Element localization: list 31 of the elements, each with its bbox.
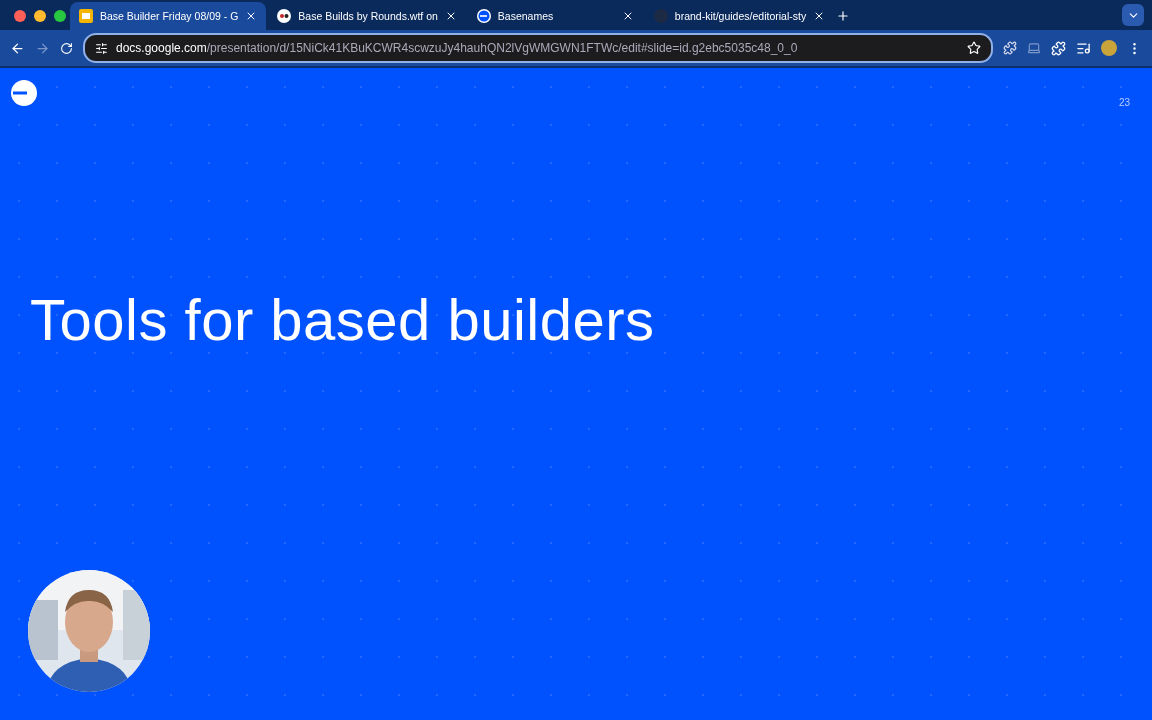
browser-tab[interactable]: Base Builder Friday 08/09 - G bbox=[70, 2, 267, 30]
circle-icon bbox=[476, 9, 491, 23]
tab-search-button[interactable] bbox=[1122, 4, 1144, 26]
avatar-icon[interactable] bbox=[1101, 40, 1117, 56]
tab-title: brand-kit/guides/editorial-sty bbox=[674, 10, 807, 22]
browser-tab[interactable]: Basenames bbox=[467, 2, 643, 30]
extensions-icon[interactable] bbox=[1051, 40, 1066, 56]
site-settings-icon bbox=[95, 41, 108, 55]
browser-tab[interactable]: brand-kit/guides/editorial-sty bbox=[644, 2, 835, 30]
url-text: docs.google.com/presentation/d/15NiCk41KBuKCWR4scwzuJy4hauhQN2lVgWMGWN1FTWc/edit#slide=id.g2ebc5035c48_0_0 bbox=[116, 41, 799, 55]
close-window-icon[interactable] bbox=[14, 10, 26, 22]
back-icon[interactable] bbox=[10, 40, 25, 56]
address-bar[interactable]: docs.google.com/presentation/d/15NiCk41KBuKCWR4scwzuJy4hauhQN2lVgWMGWN1FTWc/edit#slide=id.g2ebc5035c48_0_0 bbox=[83, 33, 993, 63]
minimize-window-icon[interactable] bbox=[34, 10, 46, 22]
browser-tab[interactable]: Base Builds by Rounds.wtf on bbox=[268, 2, 466, 30]
new-tab-icon[interactable] bbox=[836, 9, 851, 23]
slide-title: Tools for based builders bbox=[30, 285, 656, 354]
star-icon[interactable] bbox=[967, 41, 981, 55]
logo-icon bbox=[11, 80, 37, 106]
reload-icon[interactable] bbox=[60, 41, 73, 55]
eyes-icon bbox=[277, 9, 292, 23]
slide-number: 23 bbox=[1118, 97, 1130, 108]
tab-title: Base Builder Friday 08/09 - G bbox=[100, 10, 239, 22]
laptop-icon[interactable] bbox=[1027, 41, 1041, 55]
media-icon[interactable] bbox=[1076, 40, 1091, 56]
tab-title: Basenames bbox=[497, 10, 555, 22]
slides-icon bbox=[79, 9, 93, 23]
dark-circle-icon bbox=[653, 9, 668, 23]
forward-icon[interactable] bbox=[35, 40, 50, 56]
tab-title: Base Builds by Rounds.wtf on bbox=[298, 10, 438, 22]
zoom-window-icon[interactable] bbox=[54, 10, 66, 22]
